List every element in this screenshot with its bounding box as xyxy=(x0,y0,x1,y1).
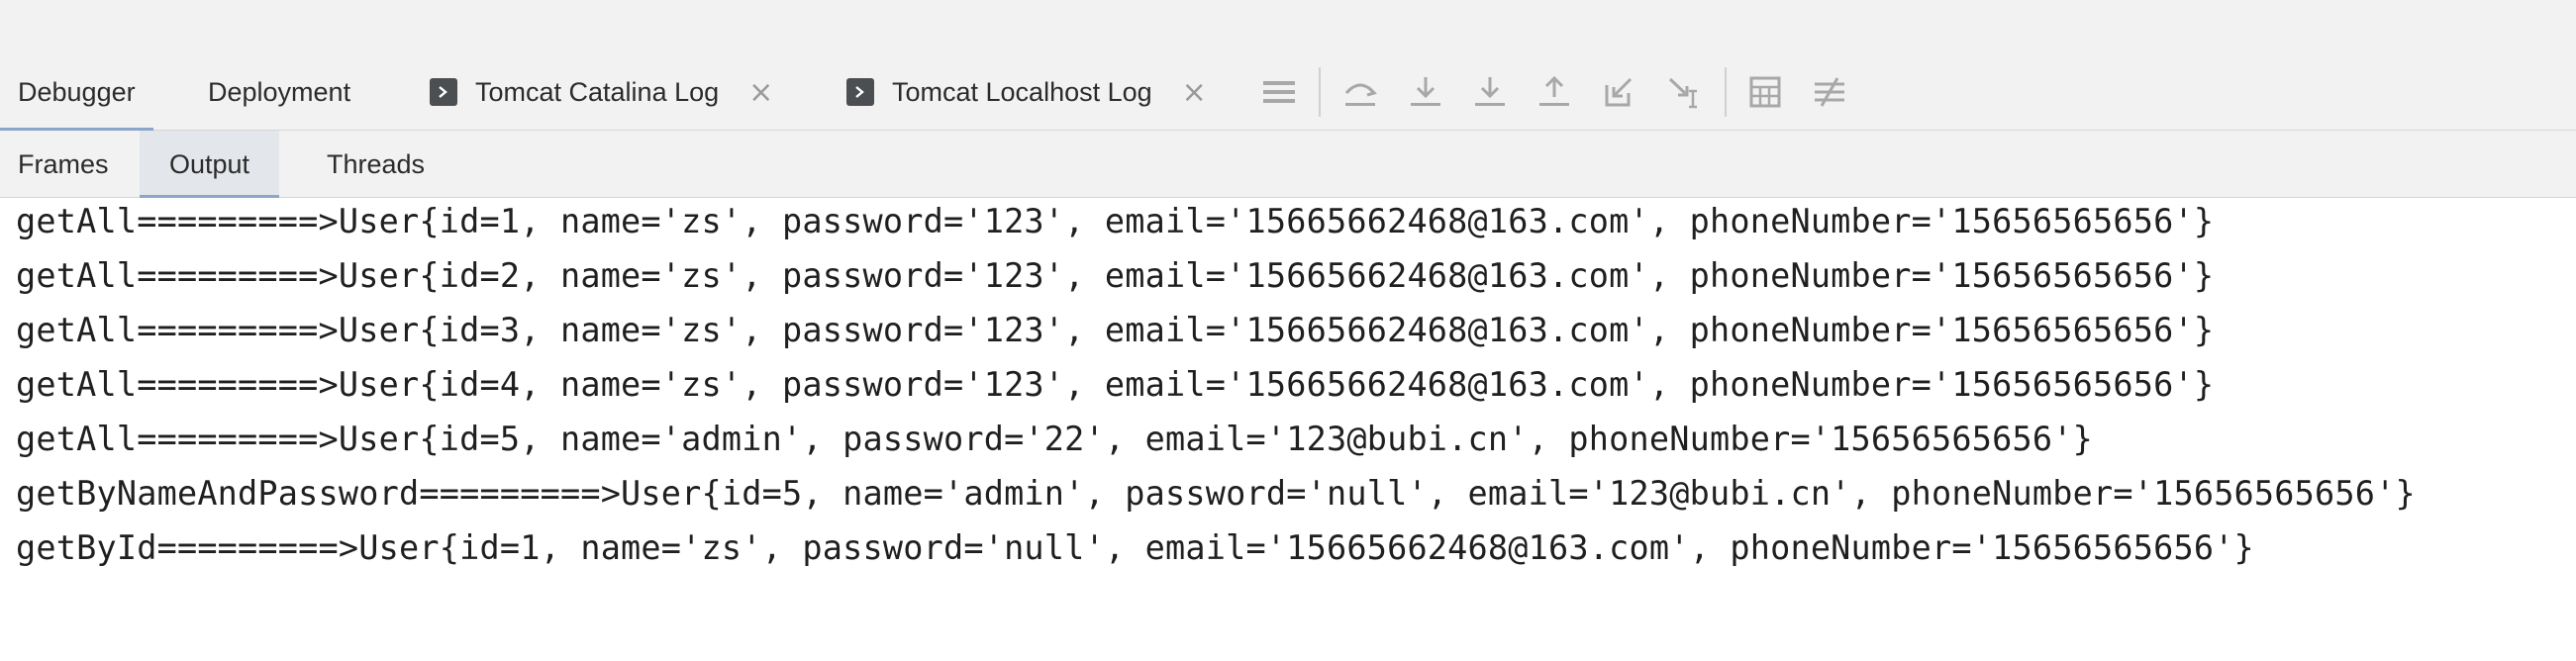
tab-label: Threads xyxy=(327,148,426,179)
trace-settings-icon[interactable] xyxy=(1810,72,1849,112)
tab-label: Frames xyxy=(18,148,109,179)
console-line: getAll=========>User{id=1, name='zs', pa… xyxy=(16,202,2215,240)
terminal-icon xyxy=(430,78,457,106)
terminal-icon xyxy=(846,78,874,106)
evaluate-expression-icon[interactable] xyxy=(1745,72,1785,112)
tab-output[interactable]: Output xyxy=(140,131,280,199)
drop-frame-icon[interactable] xyxy=(1599,72,1638,112)
tab-label: Tomcat Localhost Log xyxy=(892,76,1152,107)
close-icon[interactable]: × xyxy=(748,75,773,110)
show-execution-point-icon[interactable] xyxy=(1340,72,1380,112)
tab-threads[interactable]: Threads xyxy=(327,131,425,198)
tab-frames[interactable]: Frames xyxy=(0,131,127,198)
toolbar-separator xyxy=(1319,67,1321,117)
tab-debugger[interactable]: Debugger xyxy=(0,53,153,132)
tab-deployment[interactable]: Deployment xyxy=(208,53,350,131)
title-area xyxy=(0,0,2576,53)
console-line: getById=========>User{id=1, name='zs', p… xyxy=(16,528,2254,567)
close-icon[interactable]: × xyxy=(1182,75,1207,110)
tab-label: Output xyxy=(169,148,250,179)
debugger-subtabs: Frames Output Threads xyxy=(0,131,2576,199)
menu-icon[interactable] xyxy=(1259,72,1299,112)
toolbar-separator xyxy=(1725,67,1727,117)
tab-tomcat-catalina-log[interactable]: Tomcat Catalina Log × xyxy=(430,53,773,131)
console-output[interactable]: getAll=========>User{id=1, name='zs', pa… xyxy=(0,198,2576,661)
console-line: getAll=========>User{id=3, name='zs', pa… xyxy=(16,311,2215,349)
console-line: getByNameAndPassword=========>User{id=5,… xyxy=(16,474,2416,513)
console-line: getAll=========>User{id=4, name='zs', pa… xyxy=(16,365,2215,404)
console-line: getAll=========>User{id=5, name='admin',… xyxy=(16,420,2093,458)
tab-label: Tomcat Catalina Log xyxy=(475,76,720,107)
debug-toolbar: Debugger Deployment Tomcat Catalina Log … xyxy=(0,53,2576,132)
console-line: getAll=========>User{id=2, name='zs', pa… xyxy=(16,256,2215,295)
step-over-icon[interactable] xyxy=(1406,72,1445,112)
run-to-cursor-icon[interactable] xyxy=(1665,72,1705,112)
step-into-icon[interactable] xyxy=(1470,72,1510,112)
step-out-icon[interactable] xyxy=(1535,72,1574,112)
tab-label: Deployment xyxy=(208,76,351,107)
tab-tomcat-localhost-log[interactable]: Tomcat Localhost Log × xyxy=(846,53,1207,131)
tab-label: Debugger xyxy=(18,76,136,107)
